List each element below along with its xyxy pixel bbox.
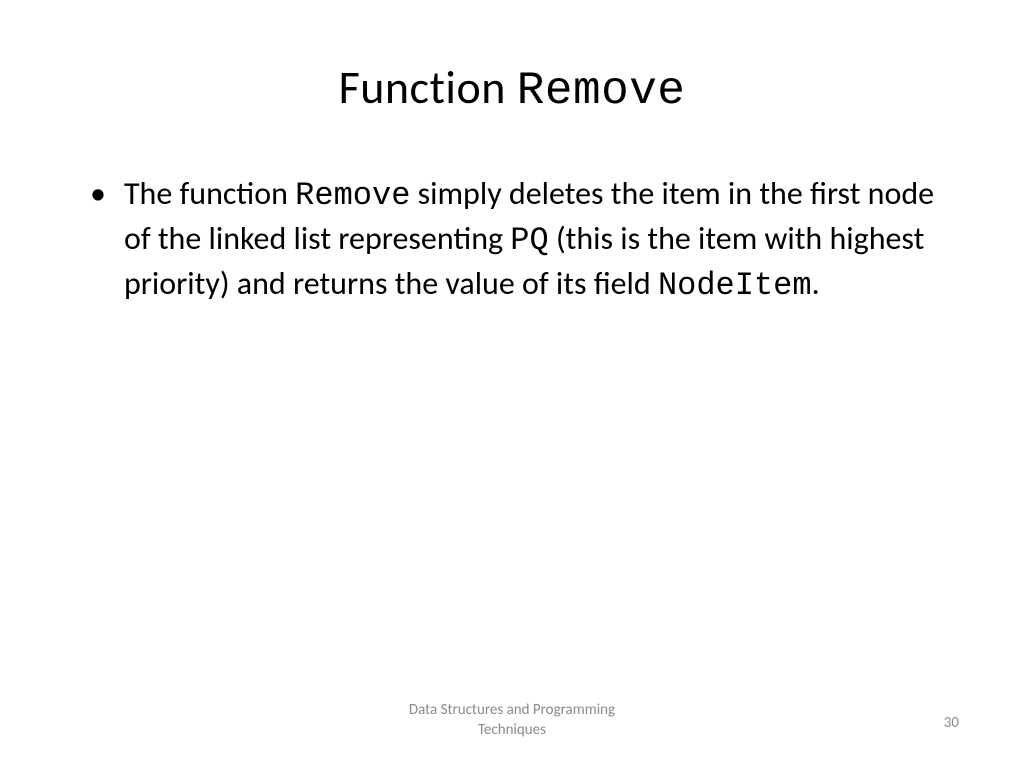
- code-segment: Remove: [295, 177, 410, 214]
- code-segment: PQ: [510, 222, 548, 259]
- bullet-item: • The function Remove simply deletes the…: [90, 172, 954, 308]
- bullet-text: The function Remove simply deletes the i…: [124, 172, 954, 308]
- text-segment: The function: [124, 174, 295, 213]
- footer-line2: Techniques: [409, 721, 615, 741]
- slide-content: • The function Remove simply deletes the…: [70, 172, 954, 308]
- title-code: Remove: [517, 65, 686, 117]
- page-number: 30: [944, 714, 959, 732]
- footer-line1: Data Structures and Programming: [409, 701, 615, 721]
- footer-title: Data Structures and Programming Techniqu…: [409, 701, 615, 740]
- text-segment: .: [812, 264, 820, 303]
- code-segment: NodeItem: [658, 267, 812, 304]
- title-prefix: Function: [339, 60, 517, 116]
- bullet-marker: •: [90, 172, 106, 215]
- slide: Function Remove • The function Remove si…: [0, 0, 1024, 768]
- slide-footer: Data Structures and Programming Techniqu…: [0, 701, 1024, 740]
- slide-title: Function Remove: [70, 60, 954, 117]
